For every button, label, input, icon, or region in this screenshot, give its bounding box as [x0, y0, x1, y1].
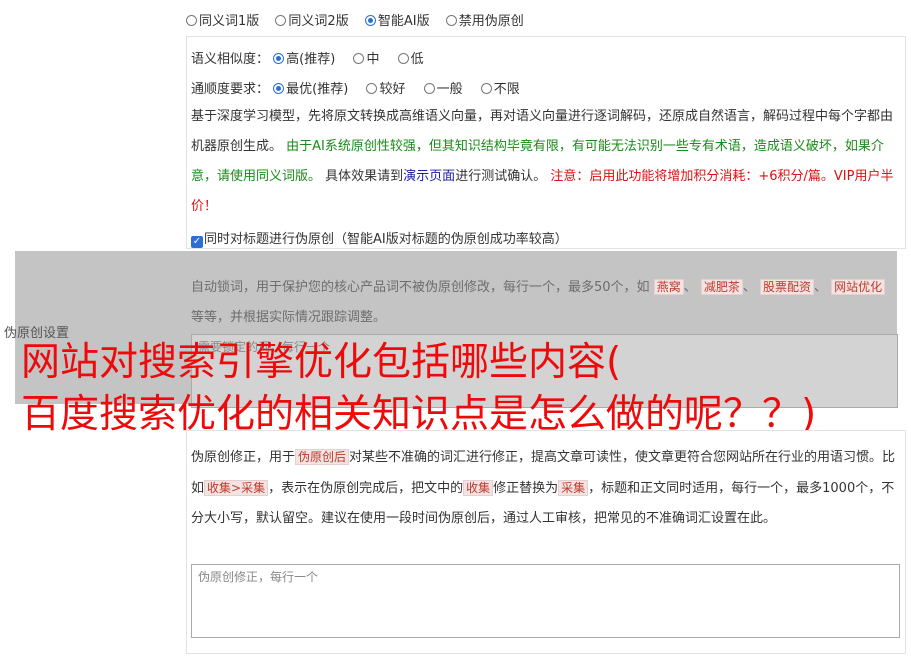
radio-icon[interactable] [366, 83, 378, 94]
demo-page-link[interactable]: 演示页面 [403, 169, 455, 184]
similarity-mid[interactable]: 中 [353, 52, 379, 67]
radio-icon[interactable] [275, 15, 287, 26]
mode-selector: 同义词1版 同义词2版 智能AI版 禁用伪原创 [186, 10, 536, 29]
fix-textarea[interactable]: 伪原创修正，每行一个 [191, 564, 900, 638]
similarity-low[interactable]: 低 [397, 52, 424, 67]
radio-selected-icon[interactable] [273, 83, 285, 94]
example-tag: 伪原创后 [295, 449, 350, 465]
similarity-label: 语义相似度： [191, 52, 270, 67]
fix-description: 伪原创修正，用于 伪原创后 对某些不准确的词汇进行修正，提高文章可读性，使文章更符合… [191, 449, 896, 526]
fluency-any[interactable]: 不限 [480, 82, 520, 97]
example-tag: 减肥茶 [700, 279, 743, 295]
similarity-row: 语义相似度： 高(推荐) 中 低 [191, 48, 438, 67]
example-tag: 收集>采集 [204, 480, 269, 496]
fluency-normal[interactable]: 一般 [423, 82, 463, 97]
mode-smart-ai[interactable]: 智能AI版 [364, 10, 430, 29]
radio-icon[interactable] [445, 15, 457, 26]
fluency-best[interactable]: 最优(推荐) [273, 82, 348, 97]
radio-icon[interactable] [397, 53, 409, 64]
example-tag: 网站优化 [831, 279, 886, 295]
example-tag: 采集 [558, 480, 589, 496]
mode-disable[interactable]: 禁用伪原创 [445, 10, 524, 29]
overlay-headline: 网站对搜索引擎优化包括哪些内容( 百度搜索优化的相关知识点是怎么做的呢？？) [21, 340, 817, 437]
fluency-good[interactable]: 较好 [366, 82, 405, 97]
title-rewrite-checkbox[interactable]: ✓ 同时对标题进行伪原创（智能AI版对标题的伪原创成功率较高） [191, 228, 568, 248]
fluency-label: 通顺度要求： [191, 82, 270, 97]
similarity-high[interactable]: 高(推荐) [273, 52, 335, 67]
example-tag: 收集 [463, 480, 494, 496]
radio-icon[interactable] [423, 83, 435, 94]
fluency-row: 通顺度要求： 最优(推荐) 较好 一般 不限 [191, 78, 534, 97]
mode-synonym-1[interactable]: 同义词1版 [186, 10, 259, 29]
mode-synonym-2[interactable]: 同义词2版 [275, 10, 349, 29]
example-tag: 燕窝 [653, 279, 684, 295]
radio-icon[interactable] [353, 53, 365, 64]
lock-words-description: 自动锁词，用于保护您的核心产品词不被伪原创修改，每行一个，最多50个，如 燕窝、… [191, 272, 897, 333]
radio-icon[interactable] [480, 83, 492, 94]
example-tag: 股票配资 [760, 279, 815, 295]
radio-selected-icon[interactable] [364, 15, 376, 26]
radio-icon[interactable] [186, 15, 197, 26]
checkbox-checked-icon[interactable]: ✓ [191, 236, 203, 248]
radio-selected-icon[interactable] [273, 53, 285, 64]
ai-description: 基于深度学习模型，先将原文转换成高维语义向量，再对语义向量进行逐词解码，还原成自… [191, 109, 894, 214]
